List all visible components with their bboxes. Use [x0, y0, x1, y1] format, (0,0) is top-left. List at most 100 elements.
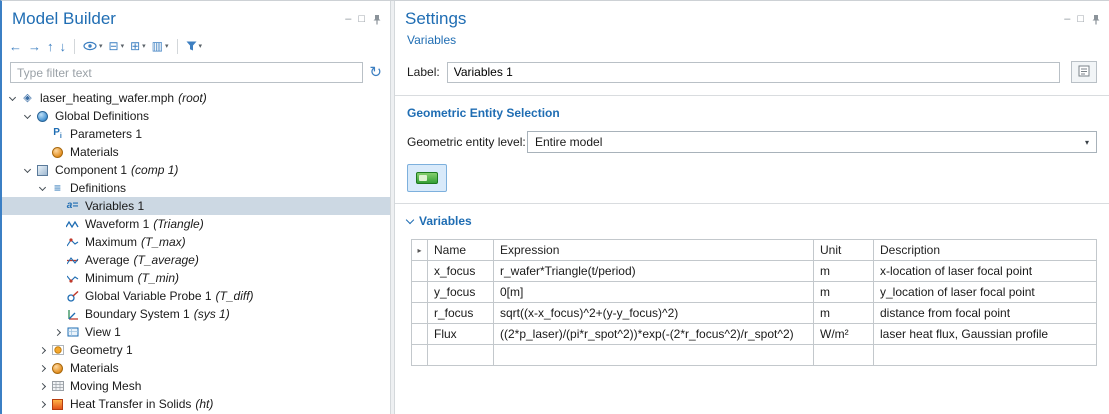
variables-icon: a= [64, 199, 81, 213]
geometry-icon [49, 343, 66, 357]
up-arrow-icon: ↑ [47, 40, 54, 53]
tree-item-average[interactable]: Average(T_average) [2, 251, 390, 269]
variables-section-header[interactable]: Variables [407, 214, 1097, 228]
node-label-display-button[interactable]: ▾ [183, 39, 206, 53]
cell-unit[interactable]: m [814, 282, 874, 303]
dropdown-caret-icon: ▾ [165, 42, 169, 50]
tree-item-tag: (T_diff) [216, 289, 254, 303]
cell-description[interactable] [874, 345, 1097, 366]
cell-unit[interactable]: m [814, 303, 874, 324]
cell-unit[interactable]: m [814, 261, 874, 282]
filter-input[interactable] [10, 62, 363, 83]
cell-description[interactable]: y_location of laser focal point [874, 282, 1097, 303]
cell-name[interactable]: x_focus [428, 261, 494, 282]
minimize-panel-icon[interactable]: – [1064, 14, 1070, 25]
tree-item-parameters-1[interactable]: Pi Parameters 1 [2, 125, 390, 143]
down-arrow-icon: ↓ [60, 40, 67, 53]
cell-name[interactable]: y_focus [428, 282, 494, 303]
refresh-icon[interactable]: ↻ [369, 65, 382, 80]
cell-expression[interactable]: sqrt((x-x_focus)^2+(y-y_focus)^2) [494, 303, 814, 324]
tree-item-label: Geometry 1 [70, 343, 133, 357]
collapse-all-button[interactable]: ⊟▾ [106, 38, 128, 54]
columns-icon: ▥ [152, 40, 163, 52]
waveform-icon [64, 217, 81, 231]
tree-item-label: Materials [70, 145, 119, 159]
cell-unit[interactable] [814, 345, 874, 366]
tree-item-view-1[interactable]: View 1 [2, 323, 390, 341]
minimize-panel-icon[interactable]: – [345, 14, 351, 25]
collapse-chevron-icon[interactable] [6, 97, 19, 100]
float-panel-icon[interactable]: □ [358, 14, 365, 25]
cell-name[interactable] [428, 345, 494, 366]
dropdown-caret-icon: ▾ [121, 42, 125, 50]
row-indicator[interactable] [412, 345, 428, 366]
chevron-down-icon: ▾ [1085, 138, 1089, 147]
cell-expression[interactable]: 0[m] [494, 282, 814, 303]
model-builder-panel: Model Builder – □ ←→↑↓▾⊟▾⊞▾▥▾▾ ↻ ◈laser_… [2, 1, 390, 414]
collapse-chevron-icon[interactable] [21, 169, 34, 172]
column-header-unit: Unit [814, 240, 874, 261]
expand-chevron-icon[interactable] [36, 402, 49, 407]
tree-item-label: View 1 [85, 325, 121, 339]
tree-item-heat-transfer-in-solids[interactable]: Heat Transfer in Solids(ht) [2, 395, 390, 413]
show-button[interactable]: ▾ [80, 39, 106, 53]
cell-name[interactable]: r_focus [428, 303, 494, 324]
expand-chevron-icon[interactable] [36, 348, 49, 353]
parameters-icon: Pi [49, 127, 66, 141]
forward-button[interactable]: → [25, 38, 44, 55]
row-indicator[interactable] [412, 324, 428, 345]
tree-item-maximum[interactable]: Maximum(T_max) [2, 233, 390, 251]
cell-name[interactable]: Flux [428, 324, 494, 345]
cell-expression[interactable] [494, 345, 814, 366]
row-indicator[interactable] [412, 303, 428, 324]
funnel-icon [186, 41, 197, 51]
expand-chevron-icon[interactable] [36, 384, 49, 389]
model-tree: ◈laser_heating_wafer.mph(root)Global Def… [2, 88, 390, 414]
cell-description[interactable]: x-location of laser focal point [874, 261, 1097, 282]
active-selection-button[interactable] [407, 164, 447, 192]
tree-item-label: Maximum [85, 235, 137, 249]
tree-item-variables-1[interactable]: a=Variables 1 [2, 197, 390, 215]
expand-chevron-icon[interactable] [36, 366, 49, 371]
tree-item-materials[interactable]: Materials [2, 359, 390, 377]
globe-icon [34, 109, 51, 123]
pin-panel-icon[interactable] [372, 14, 382, 25]
expand-chevron-icon[interactable] [51, 330, 64, 335]
entity-level-dropdown[interactable]: Entire model ▾ [527, 131, 1097, 153]
expand-all-button[interactable]: ⊞▾ [127, 38, 149, 54]
tree-item-label: Parameters 1 [70, 127, 142, 141]
tree-item-waveform-1[interactable]: Waveform 1(Triangle) [2, 215, 390, 233]
float-panel-icon[interactable]: □ [1077, 14, 1084, 25]
tree-item-label: laser_heating_wafer.mph [40, 91, 174, 105]
collapse-chevron-icon[interactable] [36, 187, 49, 190]
tree-item-boundary-system-1[interactable]: Boundary System 1(sys 1) [2, 305, 390, 323]
settings-window-button[interactable] [1071, 61, 1097, 83]
tree-item-moving-mesh[interactable]: Moving Mesh [2, 377, 390, 395]
tree-item-definitions[interactable]: ≡Definitions [2, 179, 390, 197]
tree-item-materials[interactable]: Materials [2, 143, 390, 161]
move-down-button[interactable]: ↓ [57, 38, 70, 55]
pin-panel-icon[interactable] [1091, 14, 1101, 25]
cell-description[interactable]: distance from focal point [874, 303, 1097, 324]
model-tree-columns-button[interactable]: ▥▾ [149, 38, 172, 54]
model-builder-toolbar: ←→↑↓▾⊟▾⊞▾▥▾▾ [2, 33, 390, 59]
back-button[interactable]: ← [6, 38, 25, 55]
tree-item-laser-heating-wafer-mph[interactable]: ◈laser_heating_wafer.mph(root) [2, 89, 390, 107]
label-input[interactable] [447, 62, 1060, 83]
cell-expression[interactable]: r_wafer*Triangle(t/period) [494, 261, 814, 282]
tree-item-global-definitions[interactable]: Global Definitions [2, 107, 390, 125]
model-builder-panel-controls: – □ [345, 14, 382, 25]
row-indicator[interactable] [412, 261, 428, 282]
cell-description[interactable]: laser heat flux, Gaussian profile [874, 324, 1097, 345]
cell-expression[interactable]: ((2*p_laser)/(pi*r_spot^2))*exp(-(2*r_fo… [494, 324, 814, 345]
cell-unit[interactable]: W/m² [814, 324, 874, 345]
component-icon [34, 163, 51, 177]
move-up-button[interactable]: ↑ [44, 38, 57, 55]
tree-item-minimum[interactable]: Minimum(T_min) [2, 269, 390, 287]
tree-item-geometry-1[interactable]: Geometry 1 [2, 341, 390, 359]
collapse-chevron-icon[interactable] [21, 115, 34, 118]
tree-item-global-variable-probe-1[interactable]: Global Variable Probe 1(T_diff) [2, 287, 390, 305]
tree-item-component-1[interactable]: Component 1(comp 1) [2, 161, 390, 179]
tree-item-tag: (T_average) [133, 253, 198, 267]
row-indicator[interactable] [412, 282, 428, 303]
